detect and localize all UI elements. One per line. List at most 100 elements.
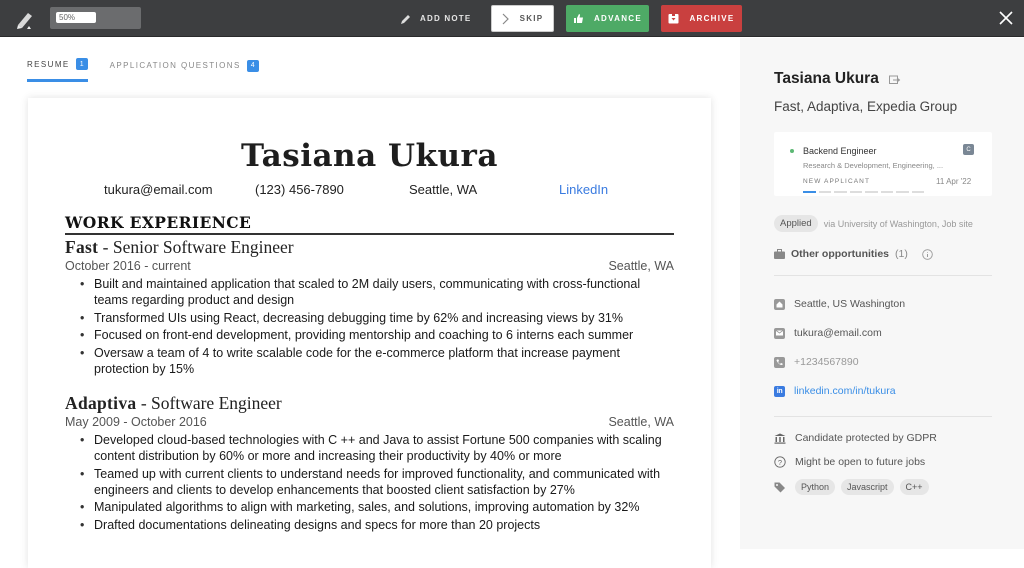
other-opportunities[interactable]: Other opportunities (1) xyxy=(774,248,933,260)
share-icon[interactable] xyxy=(888,74,901,84)
job-entry: Fast - Senior Software Engineer October … xyxy=(65,237,674,378)
job-bullet: Oversaw a team of 4 to write scalable co… xyxy=(79,345,674,377)
job-entry: Adaptiva - Software Engineer May 2009 - … xyxy=(65,393,674,534)
divider xyxy=(774,416,992,417)
phone-icon xyxy=(774,356,785,368)
section-heading: WORK EXPERIENCE xyxy=(65,213,252,232)
job-location: Seattle, WA xyxy=(608,415,674,429)
tab-label: RESUME xyxy=(27,59,70,69)
thumbs-up-icon xyxy=(573,14,583,23)
opportunity-department: Research & Development, Engineering, ... xyxy=(803,161,944,170)
opportunity-date: 11 Apr '22 xyxy=(936,177,972,186)
job-company: Fast xyxy=(65,237,99,257)
pencil-icon xyxy=(401,14,410,24)
future-jobs-status: ? Might be open to future jobs xyxy=(774,456,925,468)
question-circle-icon: ? xyxy=(774,456,786,468)
stage-segment xyxy=(803,191,816,193)
candidate-sidebar: Tasiana Ukura Fast, Adaptiva, Expedia Gr… xyxy=(740,38,1024,549)
job-bullet: Drafted documentations delineating desig… xyxy=(79,517,674,533)
skip-button[interactable]: SKIP xyxy=(491,5,554,32)
advance-button[interactable]: ADVANCE xyxy=(566,5,649,32)
tag-pill[interactable]: C++ xyxy=(899,479,929,495)
tab-application-questions[interactable]: APPLICATION QUESTIONS 4 xyxy=(110,58,259,82)
tag-list: Python Javascript C++ xyxy=(795,479,929,495)
resume-phone: (123) 456-7890 xyxy=(255,182,344,197)
bank-icon xyxy=(774,433,786,444)
add-note-label: ADD NOTE xyxy=(420,14,472,23)
resume-email: tukura@email.com xyxy=(104,182,213,197)
resume-linkedin-link[interactable]: LinkedIn xyxy=(559,182,608,197)
stage-segment xyxy=(834,191,847,193)
phone-text[interactable]: +1234567890 xyxy=(794,356,859,368)
job-bullet: Teamed up with current clients to unders… xyxy=(79,466,674,498)
tag-pill[interactable]: Javascript xyxy=(841,479,894,495)
resume-panel: RESUME 1 APPLICATION QUESTIONS 4 Tasiana… xyxy=(0,38,740,568)
tag-icon xyxy=(774,482,785,492)
job-title: Adaptiva - Software Engineer xyxy=(65,393,674,415)
add-note-button[interactable]: ADD NOTE xyxy=(400,5,471,32)
tab-resume[interactable]: RESUME 1 xyxy=(27,58,88,82)
archive-label: ARCHIVE xyxy=(689,14,735,23)
annotate-pen-icon[interactable] xyxy=(14,8,36,30)
skip-label: SKIP xyxy=(519,14,544,23)
tag-pill[interactable]: Python xyxy=(795,479,836,495)
opportunity-title: Backend Engineer xyxy=(803,146,877,156)
stage-segment xyxy=(849,191,862,193)
chevron-right-icon xyxy=(502,13,509,24)
email-text[interactable]: tukura@email.com xyxy=(794,327,882,339)
job-bullet: Manipulated algorithms to align with mar… xyxy=(79,499,674,515)
applied-via: via University of Washington, Job site xyxy=(823,218,973,229)
candidate-companies: Fast, Adaptiva, Expedia Group xyxy=(774,99,958,114)
resume-name: Tasiana Ukura xyxy=(241,138,498,174)
linkedin-icon: in xyxy=(774,385,785,397)
resume-location: Seattle, WA xyxy=(409,182,478,197)
application-source: Applied via University of Washington, Jo… xyxy=(774,215,973,232)
job-company: Adaptiva xyxy=(65,393,137,413)
stage-segment xyxy=(818,191,831,193)
top-toolbar: ADD NOTE SKIP ADVANCE ARCHIVE xyxy=(0,0,1024,37)
opportunity-card[interactable]: Backend Engineer Research & Development,… xyxy=(774,132,992,196)
linkedin-link[interactable]: linkedin.com/in/tukura xyxy=(794,385,896,397)
job-bullets: Developed cloud-based technologies with … xyxy=(79,432,674,533)
briefcase-icon xyxy=(774,249,785,259)
job-title: Fast - Senior Software Engineer xyxy=(65,237,674,259)
divider xyxy=(774,275,992,276)
tab-label: APPLICATION QUESTIONS xyxy=(109,61,241,70)
future-jobs-text: Might be open to future jobs xyxy=(795,456,926,468)
info-icon[interactable] xyxy=(922,248,933,260)
job-bullet: Developed cloud-based technologies with … xyxy=(79,432,674,464)
candidate-location: Seattle, US Washington xyxy=(774,298,905,310)
job-bullets: Built and maintained application that sc… xyxy=(79,276,674,377)
other-opps-count: (1) xyxy=(895,248,908,260)
job-meta: May 2009 - October 2016 Seattle, WA xyxy=(65,415,674,432)
close-icon[interactable] xyxy=(996,8,1016,28)
opportunity-badge: C xyxy=(963,144,974,155)
candidate-phone: +1234567890 xyxy=(774,356,859,368)
stage-segment xyxy=(896,191,909,193)
job-bullet: Focused on front-end development, provid… xyxy=(79,327,674,343)
location-text: Seattle, US Washington xyxy=(794,298,906,310)
job-meta: October 2016 - current Seattle, WA xyxy=(65,259,674,276)
zoom-input[interactable] xyxy=(56,12,96,23)
other-opps-label: Other opportunities xyxy=(791,248,889,260)
archive-button[interactable]: ARCHIVE xyxy=(661,5,742,32)
candidate-tags: Python Javascript C++ xyxy=(774,479,929,495)
advance-label: ADVANCE xyxy=(593,14,643,23)
svg-text:?: ? xyxy=(778,458,782,467)
job-role: - Software Engineer xyxy=(136,393,282,413)
applied-pill: Applied xyxy=(774,215,818,232)
stage-segment xyxy=(865,191,878,193)
mail-icon xyxy=(774,327,785,339)
gdpr-status: Candidate protected by GDPR xyxy=(774,432,937,444)
candidate-name: Tasiana Ukura xyxy=(774,70,879,87)
job-role: - Senior Software Engineer xyxy=(98,237,294,257)
stage-segment xyxy=(880,191,893,193)
opportunity-stage: NEW APPLICANT xyxy=(803,178,871,185)
tab-count-badge: 4 xyxy=(246,59,259,72)
gdpr-text: Candidate protected by GDPR xyxy=(795,432,937,444)
resume-document: Tasiana Ukura tukura@email.com (123) 456… xyxy=(28,98,711,568)
home-icon xyxy=(774,298,785,310)
zoom-control xyxy=(50,7,141,29)
status-dot xyxy=(790,149,794,153)
job-bullet: Built and maintained application that sc… xyxy=(79,276,674,308)
